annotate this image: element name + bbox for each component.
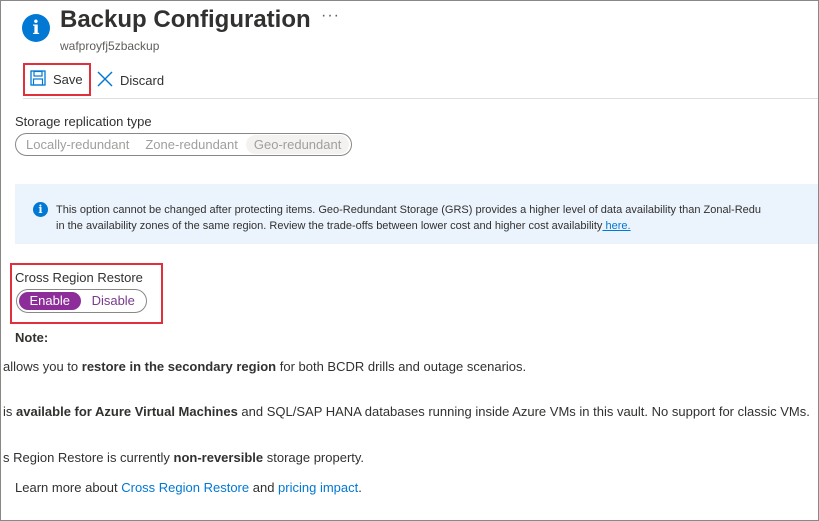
disable-option[interactable]: Disable [83, 292, 145, 310]
backup-configuration-blade: i Backup Configuration ··· wafproyfj5zba… [0, 0, 819, 521]
storage-replication-label: Storage replication type [15, 114, 152, 129]
note-line-2-post: and SQL/SAP HANA databases running insid… [237, 404, 810, 419]
option-geo-redundant[interactable]: Geo-redundant [245, 135, 350, 154]
info-icon: i [22, 14, 50, 42]
discard-button[interactable]: Discard [97, 70, 164, 90]
pricing-impact-link[interactable]: pricing impact [278, 480, 358, 495]
note-line-2: is available for Azure Virtual Machines … [3, 404, 810, 419]
note-line-1-post: for both BCDR drills and outage scenario… [276, 359, 527, 374]
note-line-1: allows you to restore in the secondary r… [3, 359, 526, 374]
enable-option[interactable]: Enable [19, 292, 81, 310]
save-icon [30, 70, 46, 89]
cross-region-restore-link[interactable]: Cross Region Restore [121, 480, 249, 495]
info-banner-line-2-text: in the availability zones of the same re… [56, 220, 603, 232]
info-banner-line-2: in the availability zones of the same re… [56, 218, 818, 234]
note-line-2-bold: available for Azure Virtual Machines [16, 404, 238, 419]
cross-region-restore-toggle: Enable Disable [16, 289, 147, 313]
here-link[interactable]: here. [602, 220, 630, 232]
note-line-3-post: storage property. [263, 450, 365, 465]
info-icon: i [33, 202, 48, 217]
cross-region-restore-label: Cross Region Restore [15, 270, 143, 285]
discard-label: Discard [120, 72, 165, 88]
learn-more-pre: Learn more about [15, 480, 122, 495]
note-line-3-bold: non-reversible [173, 450, 264, 465]
note-line-1-bold: restore in the secondary region [81, 359, 277, 374]
toolbar-divider [23, 98, 818, 99]
note-line-1-pre: allows you to [3, 359, 82, 374]
option-zone-redundant[interactable]: Zone-redundant [137, 135, 246, 154]
note-line-3-pre: s Region Restore is currently [3, 450, 174, 465]
note-line-3: s Region Restore is currently non-revers… [3, 450, 364, 465]
save-label: Save [53, 72, 83, 87]
option-locally-redundant[interactable]: Locally-redundant [18, 135, 137, 154]
vault-name: wafproyfj5zbackup [60, 39, 160, 53]
info-banner: i This option cannot be changed after pr… [15, 184, 818, 244]
info-banner-text: This option cannot be changed after prot… [56, 202, 818, 234]
save-button[interactable]: Save [23, 63, 91, 96]
note-title: Note: [15, 330, 49, 345]
learn-more-mid: and [249, 480, 279, 495]
storage-replication-selector: Locally-redundant Zone-redundant Geo-red… [15, 133, 353, 156]
learn-more: Learn more about Cross Region Restore an… [15, 480, 362, 495]
info-banner-line-1: This option cannot be changed after prot… [56, 204, 762, 216]
close-icon [97, 71, 113, 90]
page-title: Backup Configuration [60, 6, 311, 33]
note-line-2-pre: is [3, 404, 16, 419]
more-options-icon[interactable]: ··· [321, 7, 340, 25]
learn-more-post: . [358, 480, 362, 495]
